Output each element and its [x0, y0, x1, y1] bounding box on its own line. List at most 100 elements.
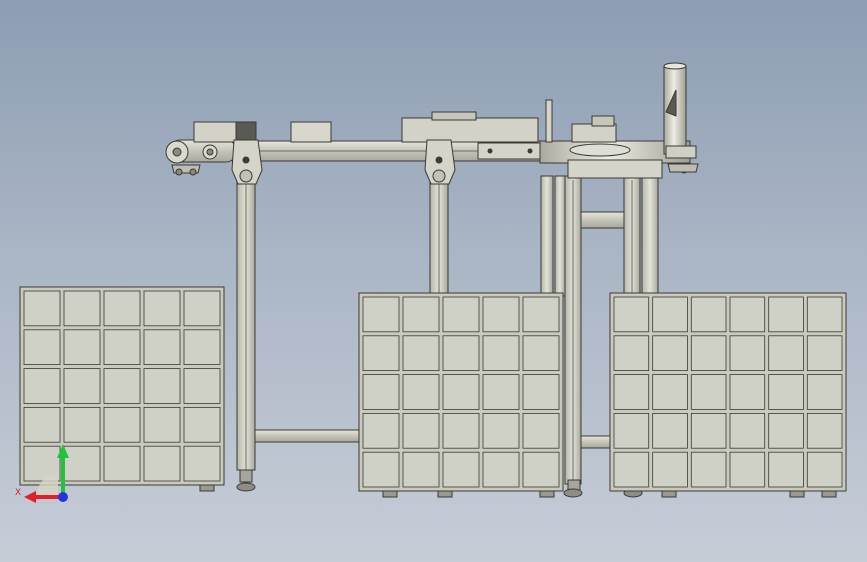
pallet-cell	[183, 445, 221, 482]
rotary-disk	[569, 143, 631, 157]
pallet-cell	[522, 412, 560, 449]
slider-block	[290, 121, 332, 143]
pallet-cell	[103, 406, 141, 443]
pallet-cell	[806, 296, 843, 333]
pallet-cell	[63, 445, 101, 482]
pallet-cell	[690, 296, 727, 333]
pallet-cell	[183, 406, 221, 443]
pallet-cell	[806, 374, 843, 410]
pallet-cell	[652, 374, 688, 410]
pallet-cell	[143, 329, 181, 365]
pallet-cell	[613, 451, 650, 488]
pallet-cell	[143, 290, 181, 327]
pallet-cell	[103, 290, 141, 327]
pallet-cell	[362, 296, 400, 333]
pallet-foot	[382, 490, 398, 498]
pallet-cell	[442, 374, 480, 410]
pallet-cell	[613, 374, 650, 410]
pallet-cell	[729, 451, 766, 488]
pallet-cell	[23, 290, 61, 327]
pallet-cell	[362, 451, 400, 488]
foot-center	[567, 479, 581, 491]
triad-x-arrow	[24, 491, 36, 503]
pallet-cell	[806, 451, 843, 488]
rotary-base	[567, 159, 663, 179]
carriage-block	[401, 117, 539, 143]
pallet-cell	[613, 335, 650, 371]
pallet-cell	[402, 335, 440, 371]
pallet-foot	[821, 490, 837, 498]
pallet-foot	[539, 490, 555, 498]
pallet-cell	[402, 412, 440, 449]
pallet-cell	[402, 374, 440, 410]
post-right-b	[554, 175, 566, 297]
pallet-cell	[482, 374, 520, 410]
bracket-center	[424, 139, 456, 185]
pallet-cell	[768, 451, 804, 488]
pallet-cell	[806, 335, 843, 371]
pallet-cell	[482, 335, 520, 371]
pallet-cell	[768, 374, 804, 410]
lower-beam-left	[251, 429, 365, 443]
pallet-cell	[522, 374, 560, 410]
left-pallet	[19, 286, 225, 492]
pallet-cell	[442, 296, 480, 333]
pallet-cell	[806, 412, 843, 449]
pallet-cell	[522, 335, 560, 371]
pallet-cell	[143, 368, 181, 404]
pallet-cell	[652, 451, 688, 488]
pallet-foot	[661, 490, 677, 498]
pallet-cell	[442, 451, 480, 488]
pallet-cell	[652, 296, 688, 333]
pallet-cell	[729, 374, 766, 410]
cad-viewport[interactable]	[0, 0, 867, 562]
pallet-cell	[729, 412, 766, 449]
pallet-cell	[63, 406, 101, 443]
pallet-cell	[482, 412, 520, 449]
pallet-cell	[183, 368, 221, 404]
post-right-a	[540, 175, 554, 297]
pallet-cell	[690, 412, 727, 449]
pallet-foot	[199, 484, 215, 492]
mid-cross-beam	[577, 211, 631, 229]
pallet-cell	[690, 374, 727, 410]
pallet-cell	[652, 335, 688, 371]
pallet-cell	[23, 368, 61, 404]
pallet-cell	[103, 445, 141, 482]
pallet-cell	[768, 296, 804, 333]
pallet-cell	[63, 329, 101, 365]
pallet-cell	[522, 451, 560, 488]
pallet-group	[19, 286, 847, 498]
pallet-cell	[103, 329, 141, 365]
motor-block-left	[193, 121, 237, 143]
pallet-cell	[23, 329, 61, 365]
gripper-housing	[571, 123, 617, 143]
foot-left	[239, 469, 253, 483]
pallet-cell	[362, 374, 400, 410]
right-pallet	[609, 292, 847, 498]
pallet-cell	[482, 296, 520, 333]
pallet-cell	[63, 368, 101, 404]
pallet-cell	[103, 368, 141, 404]
pallet-foot	[789, 490, 805, 498]
pallet-cell	[768, 335, 804, 371]
pallet-cell	[613, 296, 650, 333]
pallet-cell	[183, 329, 221, 365]
pallet-cell	[482, 451, 520, 488]
pallet-cell	[402, 451, 440, 488]
pallet-cell	[522, 296, 560, 333]
pallet-cell	[63, 290, 101, 327]
pallet-cell	[729, 296, 766, 333]
pallet-cell	[690, 335, 727, 371]
bracket-left	[231, 139, 263, 185]
pallet-cell	[143, 406, 181, 443]
pallet-cell	[23, 406, 61, 443]
pallet-cell	[362, 412, 400, 449]
pallet-cell	[768, 412, 804, 449]
pallet-cell	[402, 296, 440, 333]
pallet-cell	[143, 445, 181, 482]
pallet-cell	[183, 290, 221, 327]
pallet-cell	[442, 335, 480, 371]
pallet-cell	[362, 335, 400, 371]
pallet-cell	[729, 335, 766, 371]
